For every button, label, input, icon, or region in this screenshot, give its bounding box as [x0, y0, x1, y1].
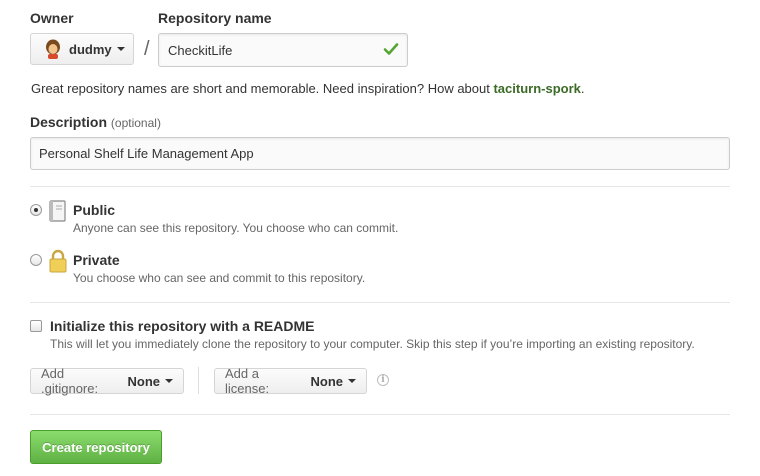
- license-dropdown[interactable]: Add a license: None: [214, 366, 367, 396]
- private-description: You choose who can see and commit to thi…: [73, 271, 366, 285]
- readme-description: This will let you immediately clone the …: [50, 337, 695, 351]
- description-input[interactable]: [30, 137, 730, 170]
- public-radio[interactable]: [30, 204, 42, 216]
- description-label: Description (optional): [30, 114, 161, 130]
- private-title: Private: [73, 252, 120, 268]
- divider: [30, 186, 730, 187]
- lock-icon: [49, 249, 67, 273]
- suggested-name-link[interactable]: taciturn-spork: [493, 81, 580, 96]
- divider: [30, 414, 730, 415]
- public-title: Public: [73, 202, 116, 218]
- license-value: None: [310, 373, 344, 389]
- vertical-divider: [198, 367, 199, 394]
- repo-name-label: Repository name: [158, 10, 272, 26]
- gitignore-dropdown[interactable]: Add .gitignore: None: [30, 366, 184, 396]
- owner-dropdown[interactable]: dudmy: [30, 33, 134, 65]
- repo-name-input[interactable]: [158, 33, 408, 67]
- owner-name: dudmy: [69, 41, 112, 57]
- optional-tag: (optional): [110, 116, 161, 130]
- info-icon[interactable]: i: [377, 374, 389, 386]
- public-description: Anyone can see this repository. You choo…: [73, 221, 399, 235]
- chevron-down-icon: [165, 379, 173, 383]
- chevron-down-icon: [348, 379, 356, 383]
- repo-name-hint: Great repository names are short and mem…: [31, 81, 585, 96]
- divider: [30, 302, 730, 303]
- readme-title: Initialize this repository with a README: [50, 318, 315, 334]
- repo-book-icon: [49, 200, 66, 222]
- private-radio[interactable]: [30, 254, 42, 266]
- gitignore-value: None: [127, 373, 161, 389]
- create-repository-button[interactable]: Create repository: [30, 430, 162, 464]
- checkmark-icon: [383, 43, 399, 55]
- readme-checkbox[interactable]: [30, 320, 42, 332]
- owner-label: Owner: [30, 10, 74, 26]
- chevron-down-icon: [116, 47, 125, 51]
- owner-repo-separator: /: [144, 38, 150, 60]
- avatar: [45, 39, 61, 59]
